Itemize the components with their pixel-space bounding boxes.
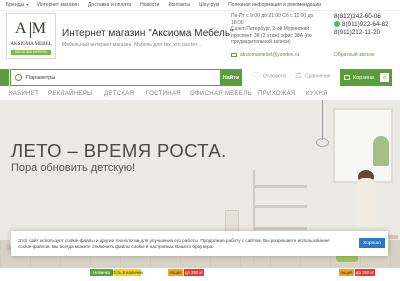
working-hours: Пн-Пт с 9:00 до 21:00 Сб с 11:00 до 18:0… (231, 13, 314, 26)
site-logo[interactable]: A M AKSIOMA MEBEL АКСИОМА МЕБЕЛЬ (6, 13, 56, 59)
topnav-contacts[interactable]: Контакты (168, 2, 190, 8)
phone-list: 8(812)242-60-06 8(911)922-64-82 8(911)21… (334, 13, 388, 36)
badge-sale: Акция (168, 269, 183, 276)
badge-weight: до 250 кг (184, 269, 204, 276)
category-kitchen[interactable]: КУХНЯ (306, 90, 328, 97)
banner-plant (373, 136, 389, 166)
category-cabinet[interactable]: КАБИНЕТ (9, 90, 39, 97)
category-recliners[interactable]: РЕКЛАЙНЕРЫ (48, 90, 93, 97)
contact-info: Пн-Пт с 9:00 до 21:00 Сб с 11:00 до 18:0… (231, 13, 321, 46)
search-button[interactable]: Найти (220, 69, 242, 86)
topnav-shop[interactable]: Интернет магазин (37, 2, 79, 8)
whatsapp-icon[interactable] (334, 20, 340, 27)
banner-title: ЛЕТО – ВРЕМЯ РОСТА. (11, 140, 227, 161)
phone-2[interactable]: 8(911)922-64-82 (334, 20, 388, 29)
logo-divider (30, 22, 31, 38)
banner-subtitle: Пора обновить детскую! (11, 162, 136, 174)
category-office-furniture[interactable]: ОФИСНАЯ МЕБЕЛЬ (190, 90, 252, 97)
shop-title: Интернет магазин "Аксиома Мебель" (62, 28, 234, 39)
topnav-delivery[interactable]: Доставка и оплата (88, 2, 131, 8)
cookie-text: Этот сайт использует cookie-файлы и друг… (18, 238, 330, 249)
compare-label: Сравнение (305, 73, 331, 80)
wishlist-link[interactable]: ♡ Отложено (253, 72, 286, 80)
topnav-showroom[interactable]: Шоу-рум (199, 2, 219, 8)
wishlist-label: Отложено (263, 73, 287, 80)
email-text: aksiomamebel@yandex.ru (240, 52, 300, 58)
shop-subtitle: Мебельный интернет магазин. Мебель для т… (62, 42, 201, 48)
banner-shelf (253, 185, 307, 188)
cart-icon (344, 75, 350, 80)
phone-1[interactable]: 8(812)242-60-06 (334, 13, 388, 21)
search-input[interactable] (26, 72, 216, 83)
logo-brand: AKSIOMA MEBEL (10, 42, 52, 47)
heart-icon: ♡ (253, 71, 261, 80)
badge-sale: Акция (339, 269, 354, 276)
banner-child (356, 178, 376, 236)
cart-label: Корзина (353, 74, 374, 81)
category-kids-room[interactable]: ДЕТСКАЯ (104, 90, 134, 97)
category-living-room[interactable]: ГОСТИНАЯ (146, 90, 181, 97)
category-hallway[interactable]: ПРИХОЖАЯ (258, 90, 296, 97)
topnav-news[interactable]: Новости (140, 2, 159, 8)
cookie-accept-button[interactable]: Хорошо (359, 238, 385, 248)
search-icon (15, 74, 22, 81)
mail-icon (231, 52, 237, 57)
badge-in-stock: Есть в наличии (112, 269, 143, 276)
logo-subtitle: АКСИОМА МЕБЕЛЬ (11, 50, 51, 55)
category-menu: КАБИНЕТ РЕКЛАЙНЕРЫ ДЕТСКАЯ ГОСТИНАЯ ОФИС… (0, 89, 400, 100)
banner-lamp (316, 138, 329, 147)
topnav-brands[interactable]: Бренды ▾ (6, 2, 28, 8)
cookie-notice: Этот сайт использует cookie-файлы и друг… (11, 231, 388, 256)
compare-icon: ⚖ (295, 71, 303, 80)
topnav-useful-info[interactable]: Полезная информация и рекомендации (228, 2, 321, 8)
banner-shelf (253, 205, 307, 208)
compare-link[interactable]: ⚖ Сравнение (295, 72, 331, 80)
badge-weight: до 250 кг (355, 269, 375, 276)
callback-link[interactable]: Обратный звонок (334, 52, 374, 58)
phone-3[interactable]: 8(911)212-11-20 (334, 29, 388, 37)
search-box (10, 69, 242, 86)
cart-button[interactable]: Корзина 0 (340, 69, 392, 86)
logo-monogram: A M (15, 20, 47, 37)
catalog-menu-button[interactable] (0, 69, 9, 86)
email-link[interactable]: aksiomamebel@yandex.ru (231, 52, 299, 58)
banner-lamp-cord (322, 100, 323, 140)
cart-count-badge: 0 (380, 73, 389, 82)
banner-shelf (253, 227, 307, 230)
address: Санкт-Петербург, 2-ой Муринский проспект… (231, 26, 312, 45)
top-navigation: Бренды ▾ Интернет магазин Доставка и опл… (0, 0, 400, 11)
badge-new: Новинка (90, 269, 113, 276)
